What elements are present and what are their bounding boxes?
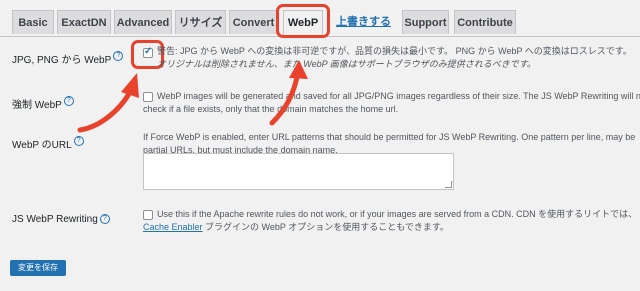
arrow-to-checkbox <box>77 73 139 133</box>
arrow-to-webp-tab <box>269 60 308 126</box>
annotation-arrows <box>77 60 308 133</box>
